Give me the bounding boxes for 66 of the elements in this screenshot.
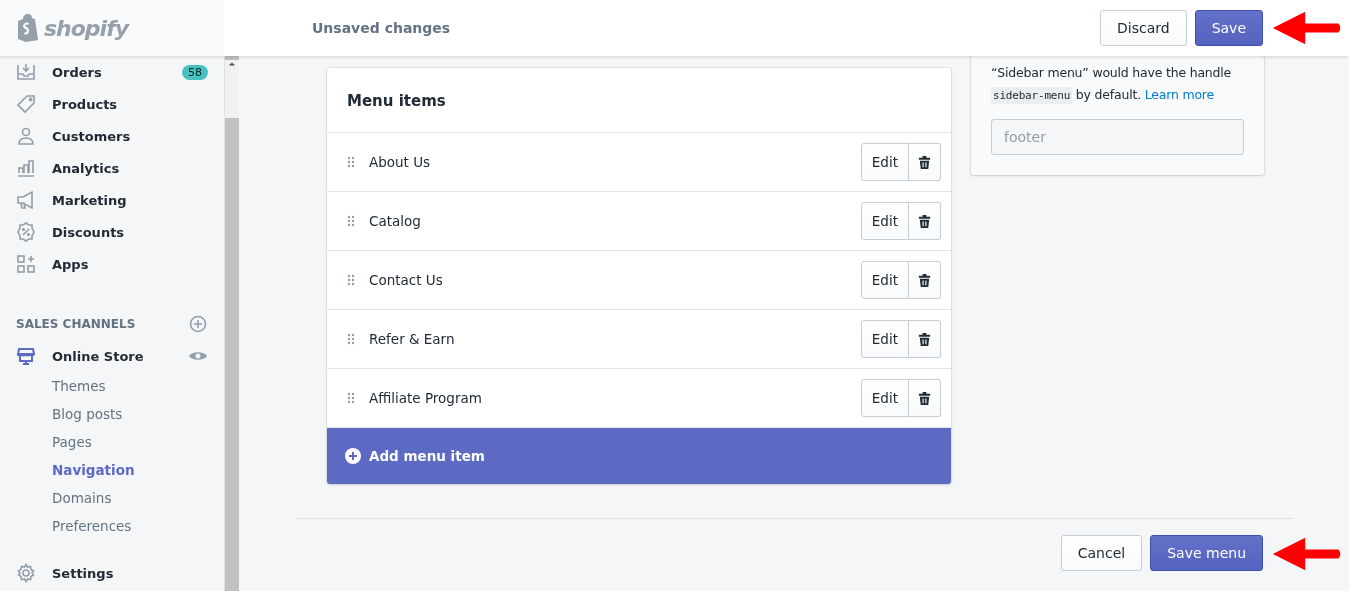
menu-item-label: Catalog (369, 213, 422, 229)
handle-input-field[interactable]: footer (991, 119, 1244, 155)
drag-handle-icon[interactable] (347, 215, 355, 227)
settings-icon (16, 563, 36, 583)
store-icon (16, 346, 36, 366)
add-menu-item-button[interactable]: Add menu item (327, 428, 951, 484)
trash-icon (917, 331, 932, 347)
save-button[interactable]: Save (1194, 10, 1263, 46)
sidebar-subitem[interactable]: Pages (16, 428, 208, 456)
trash-icon (917, 390, 932, 406)
count-badge: 58 (182, 64, 208, 80)
sidebar-item[interactable]: Marketing (16, 184, 208, 216)
sidebar-subitem[interactable]: Domains (16, 484, 208, 512)
delete-button[interactable] (909, 320, 941, 358)
delete-button[interactable] (909, 143, 941, 181)
discard-button[interactable]: Discard (1100, 10, 1187, 46)
sidebar-item[interactable]: Apps (16, 248, 208, 280)
trash-icon (917, 272, 932, 288)
page-status-title: Unsaved changes (312, 20, 452, 36)
menu-item-label: Affiliate Program (369, 390, 483, 406)
menu-item-label: Contact Us (369, 272, 444, 288)
tag-icon (16, 94, 36, 114)
trash-icon (917, 213, 932, 229)
shopping-bag-icon (16, 14, 40, 42)
sidebar-subitem[interactable]: Themes (16, 372, 208, 400)
inbox-icon (16, 62, 36, 82)
menu-item-label: Refer & Earn (369, 331, 456, 347)
cancel-button[interactable]: Cancel (1060, 535, 1143, 571)
apps-icon (16, 254, 36, 274)
save-menu-button[interactable]: Save menu (1150, 535, 1263, 571)
sidebar-item[interactable]: Analytics (16, 152, 208, 184)
sidebar-item[interactable]: Online Store (16, 340, 208, 372)
add-icon[interactable] (188, 314, 208, 334)
delete-button[interactable] (909, 202, 941, 240)
delete-button[interactable] (909, 379, 941, 417)
sidebar-subitem[interactable]: Preferences (16, 512, 208, 540)
sidebar-item[interactable]: Settings (16, 557, 208, 589)
edit-button[interactable]: Edit (860, 379, 909, 417)
sidebar-item[interactable]: Customers (16, 120, 208, 152)
edit-button[interactable]: Edit (860, 143, 909, 181)
logo-wordmark: shopify (44, 15, 129, 41)
drag-handle-icon[interactable] (347, 392, 355, 404)
section-heading: SALES CHANNELS (16, 317, 137, 331)
edit-button[interactable]: Edit (860, 261, 909, 299)
add-icon (345, 448, 361, 464)
drag-handle-icon[interactable] (347, 333, 355, 345)
drag-handle-icon[interactable] (347, 274, 355, 286)
learn-more-link[interactable]: Learn more (1144, 87, 1214, 102)
percent-badge-icon (16, 222, 36, 242)
sidebar-subitem[interactable]: Navigation (16, 456, 208, 484)
edit-button[interactable]: Edit (860, 202, 909, 240)
bar-chart-icon (16, 158, 36, 178)
sidebar-subitem[interactable]: Blog posts (16, 400, 208, 428)
trash-icon (917, 154, 932, 170)
drag-handle-icon[interactable] (347, 156, 355, 168)
megaphone-icon (16, 190, 36, 210)
sidebar-item[interactable]: Products (16, 88, 208, 120)
sidebar-item[interactable]: Discounts (16, 216, 208, 248)
menu-item-label: About Us (369, 154, 432, 170)
handle-help-text: “Sidebar menu” would have the handle sidebar-menu by default. Learn more (991, 64, 1233, 106)
card-title: Menu items (327, 68, 951, 133)
edit-button[interactable]: Edit (860, 320, 909, 358)
scroll-up-icon[interactable] (228, 60, 236, 68)
sidebar-item[interactable]: Orders 58 (16, 56, 208, 88)
person-icon (16, 126, 36, 146)
delete-button[interactable] (909, 261, 941, 299)
